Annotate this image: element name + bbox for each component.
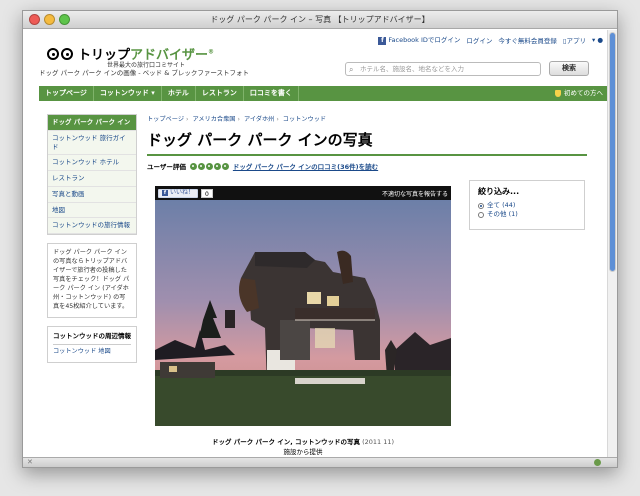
site-header: f Facebook IDでログイン ログイン 今すぐ無料会員登録 ▯アプリ ▾ … <box>23 30 609 84</box>
register-link[interactable]: 今すぐ無料会員登録 <box>498 35 557 45</box>
language-flag-icon[interactable]: ▾ ● <box>592 36 603 44</box>
search-button[interactable]: 検索 <box>549 61 589 76</box>
caption-title: ドッグ パーク パーク イン, コットンウッドの写真 <box>211 438 360 446</box>
sidebar-item-travel-info[interactable]: コットンウッドの旅行情報 <box>48 218 136 235</box>
report-photo-link[interactable]: 不適切な写真を報告する <box>382 189 448 198</box>
facebook-icon: f <box>378 37 387 45</box>
reviews-link[interactable]: ドッグ パーク パーク インの口コミ(36件)を読む <box>233 161 378 171</box>
app-link[interactable]: ▯アプリ <box>563 35 586 45</box>
page-content: f Facebook IDでログイン ログイン 今すぐ無料会員登録 ▯アプリ ▾ … <box>23 30 609 458</box>
page-title: ドッグ パーク パーク インの写真 <box>147 129 587 156</box>
browser-window: ドッグ パーク パーク イン – 写真 【トリップアドバイザー】 f Facebo… <box>22 10 618 468</box>
sidebar-item-restaurants[interactable]: レストラン <box>48 171 136 187</box>
nav-item-restaurants[interactable]: レストラン <box>196 86 244 101</box>
status-bar: ✕ <box>23 457 617 467</box>
owl-logo-icon <box>47 46 75 62</box>
nav-item-cottonwood[interactable]: コットンウッド ▾ <box>94 86 162 101</box>
photo-caption: ドッグ パーク パーク イン, コットンウッドの写真 (2011 11) 施設か… <box>155 438 451 458</box>
first-time-link[interactable]: 初めての方へ <box>555 86 609 101</box>
nearby-title: コットンウッドの周辺情報 <box>53 332 131 346</box>
filter-option-other[interactable]: その他 (1) <box>478 210 576 219</box>
nearby-box: コットンウッドの周辺情報 コットンウッド 地図 <box>47 326 137 364</box>
nav-item-hotels[interactable]: ホテル <box>162 86 196 101</box>
sidebar-item-hotel-page[interactable]: ドッグ パーク パーク イン <box>48 115 136 131</box>
login-link[interactable]: ログイン <box>466 35 492 45</box>
sidebar-item-hotels[interactable]: コットンウッド ホテル <box>48 155 136 172</box>
filter-option-all[interactable]: 全て (44) <box>478 201 576 210</box>
facebook-like-button[interactable]: f いいね！ <box>158 188 199 198</box>
facebook-icon: f <box>162 190 168 196</box>
search-input[interactable]: ⌕ ホテル名、施設名、地名などを入力 <box>345 62 541 76</box>
sidebar-item-travel-guide[interactable]: コットンウッド 旅行ガイド <box>48 130 136 156</box>
promo-box: ドッグ パーク パーク インの写真ならトリップアドバイザーで旅行者の投稿した写真… <box>47 243 137 319</box>
filter-title: 絞り込み... <box>478 187 520 196</box>
filter-box: 絞り込み... 全て (44) その他 (1) <box>469 180 585 230</box>
nav-item-home[interactable]: トップページ <box>39 86 94 101</box>
breadcrumb-cottonwood[interactable]: コットンウッド <box>283 116 326 123</box>
caption-year: (2011 11) <box>362 438 395 446</box>
rating-label: ユーザー評価 <box>147 163 186 171</box>
breadcrumb-home[interactable]: トップページ <box>147 116 184 123</box>
page-subtitle: ドッグ パーク パーク インの画像 - ベッド & ブレックファーストフォト <box>39 69 250 77</box>
close-icon[interactable]: ✕ <box>27 458 33 466</box>
like-count: 0 <box>201 188 213 198</box>
breadcrumb: トップページ › アメリカ合衆国 › アイダホ州 › コットンウッド <box>147 116 327 123</box>
promo-text: ドッグ パーク パーク インの写真ならトリップアドバイザーで旅行者の投稿した写真… <box>53 249 130 311</box>
top-links: f Facebook IDでログイン ログイン 今すぐ無料会員登録 ▯アプリ ▾ … <box>378 34 603 45</box>
main-photo[interactable] <box>155 200 451 426</box>
sidebar: ドッグ パーク パーク イン コットンウッド 旅行ガイド コットンウッド ホテル… <box>47 114 137 364</box>
main-content: トップページ › アメリカ合衆国 › アイダホ州 › コットンウッド ドッグ パーク … <box>147 114 587 456</box>
rating-bubbles-icon <box>189 162 229 170</box>
radio-icon <box>478 211 484 218</box>
rating-row: ユーザー評価 ドッグ パーク パーク インの口コミ(36件)を読む <box>147 161 587 171</box>
photo-viewer: f いいね！ 0 不適切な写真を報告する <box>155 186 451 426</box>
sidebar-item-photos-videos[interactable]: 写真と動画 <box>48 186 136 203</box>
title-bar: ドッグ パーク パーク イン – 写真 【トリップアドバイザー】 <box>23 11 617 29</box>
radio-selected-icon <box>478 202 484 209</box>
breadcrumb-usa[interactable]: アメリカ合衆国 <box>192 116 235 123</box>
search-icon: ⌕ <box>349 65 354 74</box>
sidebar-menu: ドッグ パーク パーク イン コットンウッド 旅行ガイド コットンウッド ホテル… <box>47 114 137 236</box>
status-indicator-icon <box>594 459 601 466</box>
sidebar-item-map[interactable]: 地図 <box>48 202 136 219</box>
nav-item-write-review[interactable]: 口コミを書く <box>244 86 299 101</box>
scrollbar-thumb[interactable] <box>609 32 616 272</box>
main-nav: トップページ コットンウッド ▾ ホテル レストラン 口コミを書く 初めての方へ <box>39 86 609 101</box>
shield-icon <box>555 90 561 97</box>
facebook-login-link[interactable]: f Facebook IDでログイン <box>378 34 460 45</box>
window-title: ドッグ パーク パーク イン – 写真 【トリップアドバイザー】 <box>210 15 430 24</box>
nearby-map-link[interactable]: コットンウッド 地図 <box>53 348 111 355</box>
breadcrumb-idaho[interactable]: アイダホ州 <box>244 116 274 123</box>
vertical-scrollbar[interactable] <box>607 30 617 458</box>
